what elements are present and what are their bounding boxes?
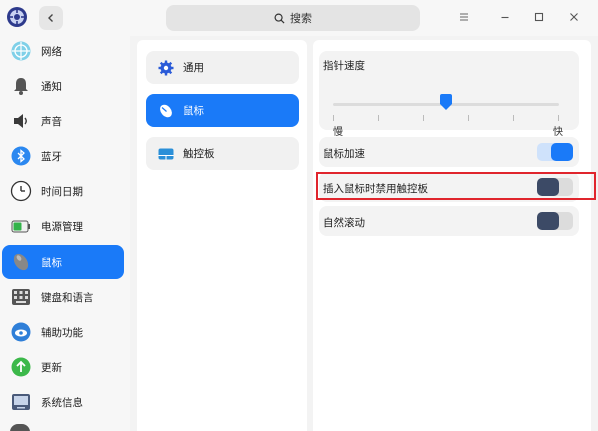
- maximize-icon: [534, 12, 544, 22]
- speaker-icon: [14, 114, 27, 128]
- sidebar-item-label: 鼠标: [41, 256, 62, 269]
- slider-tick: [333, 115, 334, 121]
- sub-navigation: 通用 鼠标 触控板: [137, 40, 307, 431]
- search-icon: [274, 13, 285, 24]
- pointer-speed-label: 指针速度: [323, 60, 365, 72]
- sidebar-item-bluetooth[interactable]: 蓝牙: [2, 139, 124, 173]
- slider-max-label: 快: [553, 127, 563, 138]
- sidebar-item-label: 系统信息: [41, 396, 83, 409]
- network-icon: [11, 41, 31, 61]
- maximize-button[interactable]: [530, 8, 548, 26]
- sidebar: 网络 通知 声音 蓝牙 时间日期 电源管理 鼠标 键盘和语言 辅助功能 更新 系…: [0, 36, 130, 431]
- subnav-item-general[interactable]: 通用: [146, 51, 299, 84]
- sidebar-item-partial: [10, 424, 30, 431]
- clock-icon: [10, 180, 32, 202]
- title-bar: 搜索: [0, 0, 598, 36]
- subnav-item-label: 通用: [183, 62, 204, 74]
- slider-tick: [513, 115, 514, 121]
- sidebar-item-label: 电源管理: [41, 220, 83, 233]
- sidebar-item-notifications[interactable]: 通知: [2, 69, 124, 103]
- subnav-item-label: 鼠标: [183, 105, 204, 117]
- sidebar-item-keyboard-language[interactable]: 键盘和语言: [2, 280, 124, 314]
- mouse-acceleration-row: 鼠标加速: [319, 137, 579, 167]
- sidebar-item-label: 声音: [41, 115, 62, 128]
- sidebar-item-mouse[interactable]: 鼠标: [2, 245, 124, 279]
- menu-icon: [460, 13, 468, 21]
- bluetooth-icon: [11, 146, 31, 166]
- sidebar-item-power[interactable]: 电源管理: [2, 209, 124, 243]
- slider-thumb[interactable]: [439, 93, 453, 111]
- menu-button[interactable]: [455, 8, 473, 26]
- subnav-item-mouse[interactable]: 鼠标: [146, 94, 299, 127]
- natural-scrolling-row: 自然滚动: [319, 206, 579, 236]
- minimize-icon: [501, 16, 509, 19]
- back-button[interactable]: [39, 6, 63, 30]
- pointer-speed-card: 指针速度 慢 快: [319, 51, 579, 138]
- search-input[interactable]: 搜索: [166, 5, 420, 31]
- natural-scrolling-label: 自然滚动: [323, 217, 365, 229]
- sidebar-item-label: 更新: [41, 361, 62, 374]
- sidebar-item-label: 时间日期: [41, 185, 83, 198]
- subnav-item-label: 触控板: [183, 148, 215, 160]
- system-info-icon: [12, 394, 30, 410]
- mouse-acceleration-toggle[interactable]: [537, 143, 573, 161]
- slider-tick: [468, 115, 469, 121]
- sidebar-item-accessibility[interactable]: 辅助功能: [2, 315, 124, 349]
- bell-icon: [14, 78, 28, 95]
- chevron-left-icon: [48, 14, 53, 22]
- search-placeholder: 搜索: [290, 12, 312, 25]
- battery-icon: [11, 220, 30, 233]
- close-icon: [570, 13, 578, 21]
- sidebar-item-network[interactable]: 网络: [2, 34, 124, 68]
- slider-tick: [378, 115, 379, 121]
- sidebar-item-label: 辅助功能: [41, 326, 83, 339]
- minimize-button[interactable]: [496, 8, 514, 26]
- mouse-icon: [13, 253, 29, 271]
- slider-min-label: 慢: [333, 127, 343, 138]
- sidebar-item-datetime[interactable]: 时间日期: [2, 174, 124, 208]
- slider-tick: [423, 115, 424, 121]
- mouse-icon: [160, 104, 172, 117]
- app-logo-icon: [7, 7, 27, 27]
- highlight-box: [316, 172, 596, 200]
- update-icon: [11, 357, 31, 377]
- sidebar-item-label: 键盘和语言: [41, 291, 94, 304]
- close-button[interactable]: [565, 8, 583, 26]
- gear-icon: [158, 60, 174, 75]
- natural-scrolling-toggle[interactable]: [537, 212, 573, 230]
- sidebar-item-label: 通知: [41, 80, 62, 93]
- sidebar-item-label: 蓝牙: [41, 150, 62, 163]
- subnav-item-touchpad[interactable]: 触控板: [146, 137, 299, 170]
- slider-tick: [558, 115, 559, 121]
- sidebar-item-sound[interactable]: 声音: [2, 104, 124, 138]
- mouse-acceleration-label: 鼠标加速: [323, 148, 365, 160]
- sidebar-item-system-info[interactable]: 系统信息: [2, 385, 124, 419]
- settings-panel: 指针速度 慢 快 鼠标加速 插入鼠标时禁用触控板 自然滚动: [313, 40, 591, 431]
- accessibility-icon: [11, 322, 31, 342]
- touchpad-icon: [158, 148, 174, 159]
- sidebar-item-update[interactable]: 更新: [2, 350, 124, 384]
- keyboard-icon: [12, 289, 30, 305]
- sidebar-item-label: 网络: [41, 45, 62, 58]
